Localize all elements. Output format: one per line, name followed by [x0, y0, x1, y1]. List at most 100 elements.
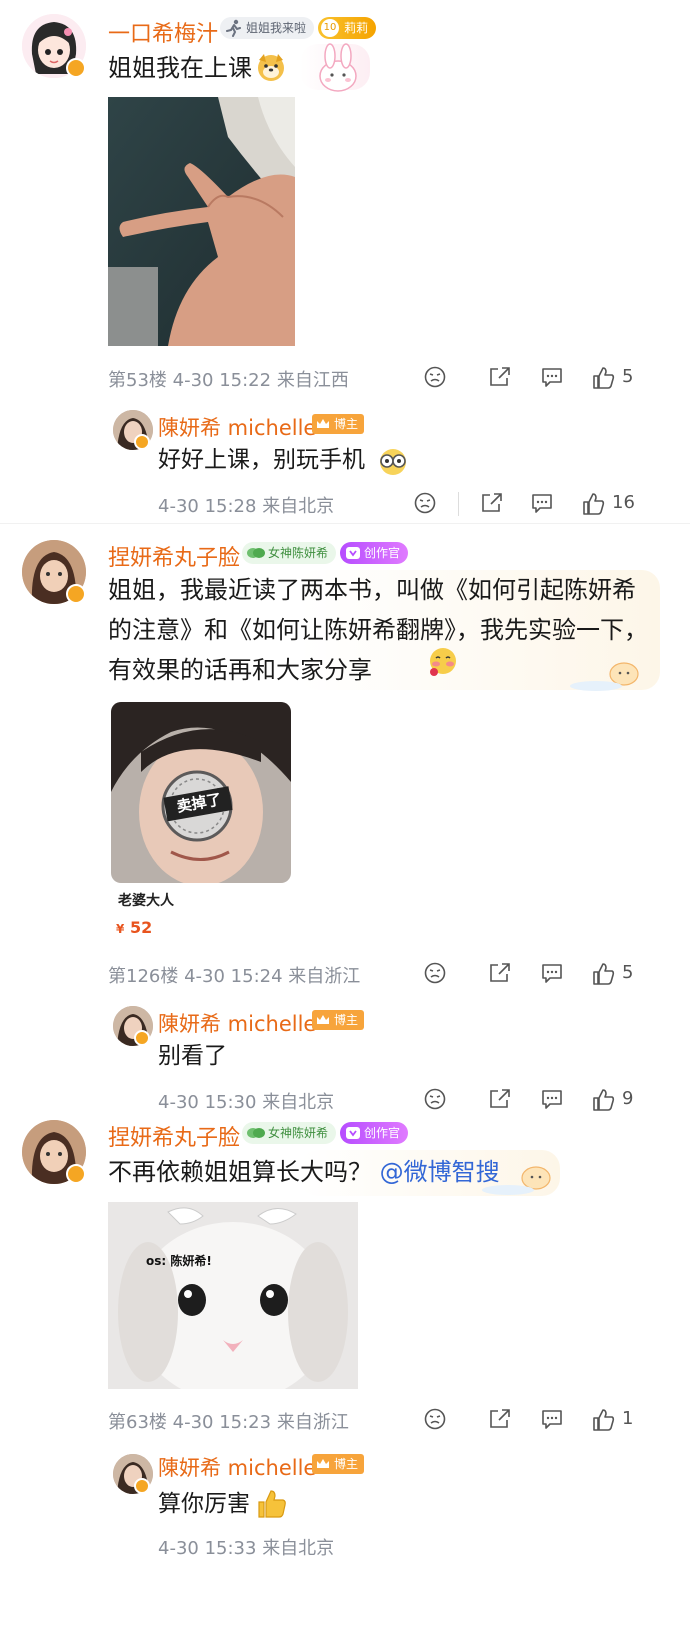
dislike-button[interactable]	[424, 1406, 450, 1436]
blush-emoji	[430, 648, 456, 676]
username[interactable]: 捏妍希丸子脸	[108, 1120, 240, 1152]
thumbs-up-emoji	[258, 1490, 286, 1518]
timestamp: 4-30 15:28	[158, 496, 257, 517]
product-price: ¥ 52	[116, 918, 152, 937]
bunny-sticker	[319, 43, 357, 92]
comment-button[interactable]	[540, 364, 566, 394]
verified-icon	[134, 1478, 150, 1494]
comment-actions: 5	[424, 364, 664, 394]
share-icon	[490, 1409, 510, 1428]
like-button[interactable]: 5	[592, 364, 652, 394]
fan-badge[interactable]: 女神陈妍希	[242, 542, 337, 564]
floor-number: 第63楼	[108, 1412, 167, 1433]
share-icon	[490, 367, 510, 386]
like-icon	[593, 1089, 615, 1111]
share-button[interactable]	[488, 1406, 514, 1436]
fan-badge-label: 女神陈妍希	[268, 1126, 329, 1140]
host-badge: 博主	[312, 414, 365, 434]
like-count: 9	[622, 1088, 634, 1109]
host-badge-label: 博主	[334, 417, 359, 431]
dislike-icon	[424, 962, 446, 984]
reply-text: 别看了	[158, 1043, 227, 1069]
comment-text: 姐姐我在上课	[108, 54, 252, 82]
leaf-icon	[247, 1128, 265, 1138]
dislike-button[interactable]	[424, 960, 450, 990]
comment-2: 捏妍希丸子脸 女神陈妍希 创作官 姐姐，我最近读了两本书，叫做《如何引起陈妍希的…	[0, 530, 690, 1113]
cloud-sticker	[482, 1166, 551, 1195]
comment-icon	[542, 964, 562, 983]
reply-username[interactable]: 陳妍希 michelle	[158, 1008, 316, 1038]
location: 来自浙江	[288, 966, 361, 987]
reply-username[interactable]: 陳妍希 michelle	[158, 1452, 316, 1482]
like-count: 1	[622, 1408, 634, 1429]
comment-icon	[542, 368, 562, 387]
comment-actions: 1	[424, 1406, 664, 1436]
share-button[interactable]	[488, 960, 514, 990]
creator-badge-label: 创作官	[364, 1126, 401, 1140]
comment-photo[interactable]: os: 陈妍希!	[108, 1202, 358, 1389]
comment-icon	[542, 1090, 562, 1109]
like-count: 5	[622, 962, 634, 983]
product-card-image[interactable]: 卖掉了	[111, 702, 291, 883]
like-count: 16	[612, 492, 635, 513]
like-button[interactable]: 5	[592, 960, 652, 990]
like-icon	[593, 963, 615, 985]
leaf-icon	[247, 548, 265, 558]
like-icon	[583, 493, 605, 515]
comment-icon	[532, 494, 552, 513]
creator-icon	[346, 547, 360, 559]
location: 来自北京	[262, 1538, 335, 1559]
reply-meta: 4-30 15:33 来自北京	[158, 1534, 334, 1560]
comment-divider	[0, 523, 690, 524]
currency-symbol: ¥	[116, 922, 125, 936]
comment-text: 不再依赖姐姐算长大吗？ @微博智搜	[108, 1158, 500, 1186]
verified-icon	[134, 434, 150, 450]
fan-badge[interactable]: 姐姐我来啦	[220, 17, 315, 39]
crown-icon	[317, 1459, 329, 1468]
product-title: 老婆大人	[118, 893, 174, 909]
level-badge[interactable]: 10 莉莉	[318, 17, 377, 39]
timestamp: 4-30 15:23	[172, 1412, 272, 1433]
creator-badge[interactable]: 创作官	[340, 1122, 409, 1144]
reply-username[interactable]: 陳妍希 michelle	[158, 412, 316, 442]
host-badge: 博主	[312, 1454, 365, 1474]
image-caption: os: 陈妍希!	[146, 1254, 212, 1268]
comment-button[interactable]	[540, 960, 566, 990]
verified-icon	[66, 1164, 86, 1184]
creator-badge[interactable]: 创作官	[340, 542, 409, 564]
like-button[interactable]: 16	[582, 490, 652, 520]
timestamp: 4-30 15:33	[158, 1538, 257, 1559]
dog-emoji	[258, 54, 284, 81]
dislike-icon	[414, 492, 436, 514]
divider	[458, 492, 459, 516]
dislike-button[interactable]	[414, 490, 440, 520]
username[interactable]: 一口希梅汁	[108, 16, 218, 48]
comment-button[interactable]	[540, 1406, 566, 1436]
comment-icon	[542, 1410, 562, 1429]
comment-actions: 5	[424, 960, 664, 990]
comment-button[interactable]	[530, 490, 556, 520]
glasses-emoji	[380, 449, 406, 475]
share-icon	[490, 963, 510, 982]
reply-meta: 4-30 15:28 来自北京	[158, 492, 334, 518]
location: 来自北京	[262, 496, 335, 517]
username[interactable]: 捏妍希丸子脸	[108, 540, 240, 572]
floor-number: 第126楼	[108, 966, 179, 987]
like-button[interactable]: 1	[592, 1406, 652, 1436]
fan-badge[interactable]: 女神陈妍希	[242, 1122, 337, 1144]
host-badge-label: 博主	[334, 1013, 359, 1027]
like-icon	[593, 367, 615, 389]
share-button[interactable]	[488, 364, 514, 394]
hand-v-sign-photo	[108, 97, 295, 346]
level-number: 10	[321, 19, 339, 37]
reply-text: 算你厉害	[158, 1491, 250, 1517]
dislike-button[interactable]	[424, 364, 450, 394]
runner-icon	[226, 19, 241, 37]
fan-badge-label: 女神陈妍希	[268, 546, 329, 560]
location: 来自浙江	[276, 1412, 349, 1433]
location: 来自江西	[276, 370, 349, 391]
reply-actions: 16	[414, 490, 664, 520]
comment-photo[interactable]	[108, 97, 295, 346]
timestamp: 4-30 15:22	[172, 370, 272, 391]
share-button[interactable]	[480, 490, 506, 520]
